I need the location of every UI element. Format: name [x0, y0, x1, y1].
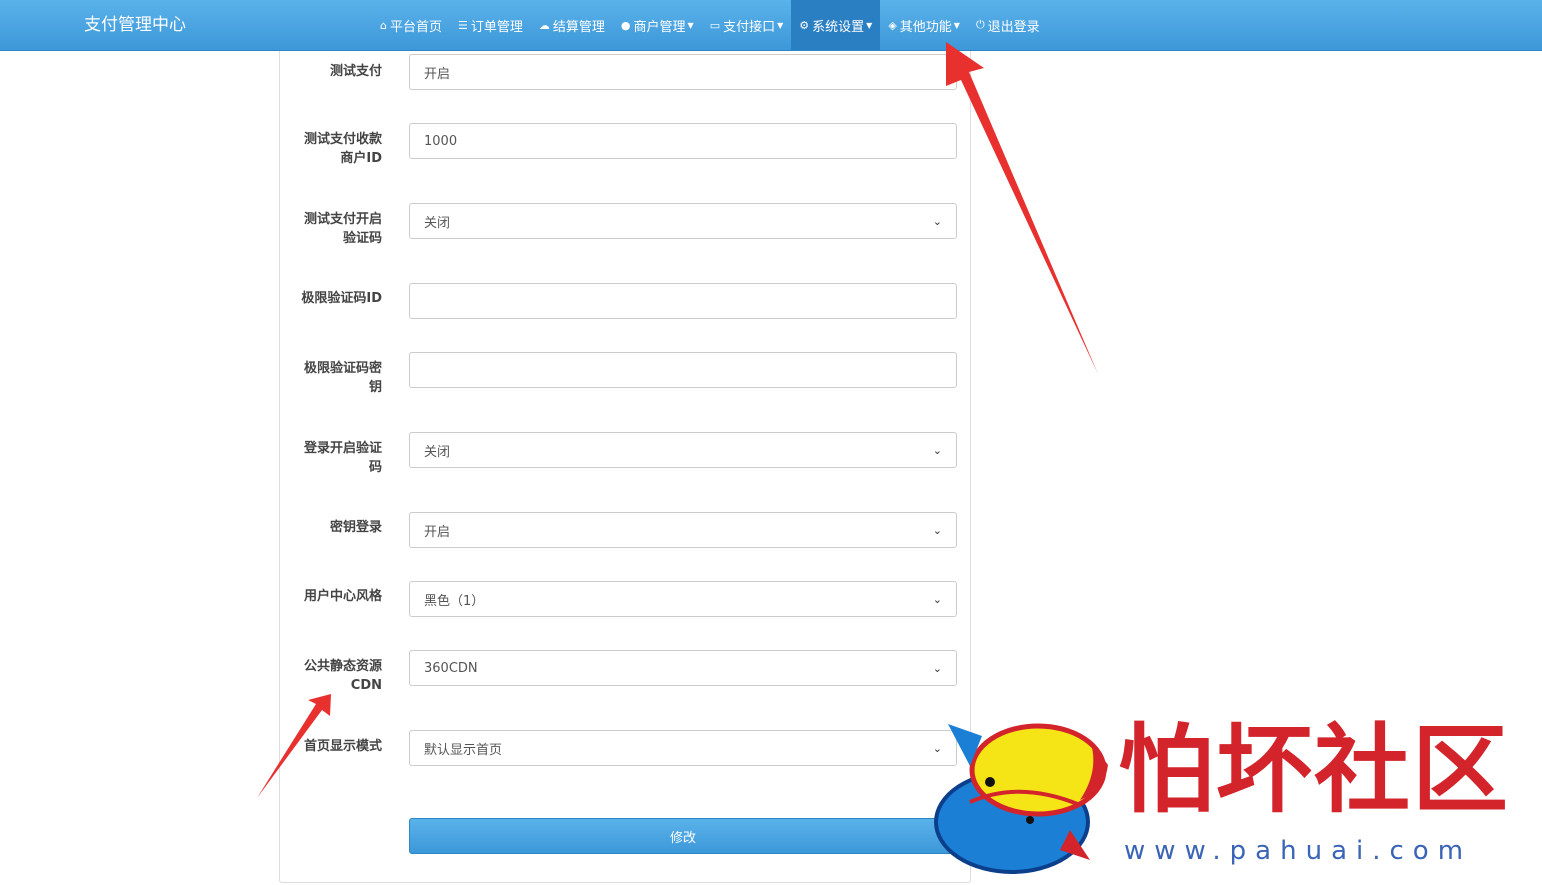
watermark-url: www.pahuai.com: [1124, 836, 1473, 866]
watermark-title: 怕坏社区: [1118, 713, 1510, 826]
arrow-to-system-settings: [946, 42, 1098, 374]
arrow-to-homepage-mode: [257, 694, 331, 798]
